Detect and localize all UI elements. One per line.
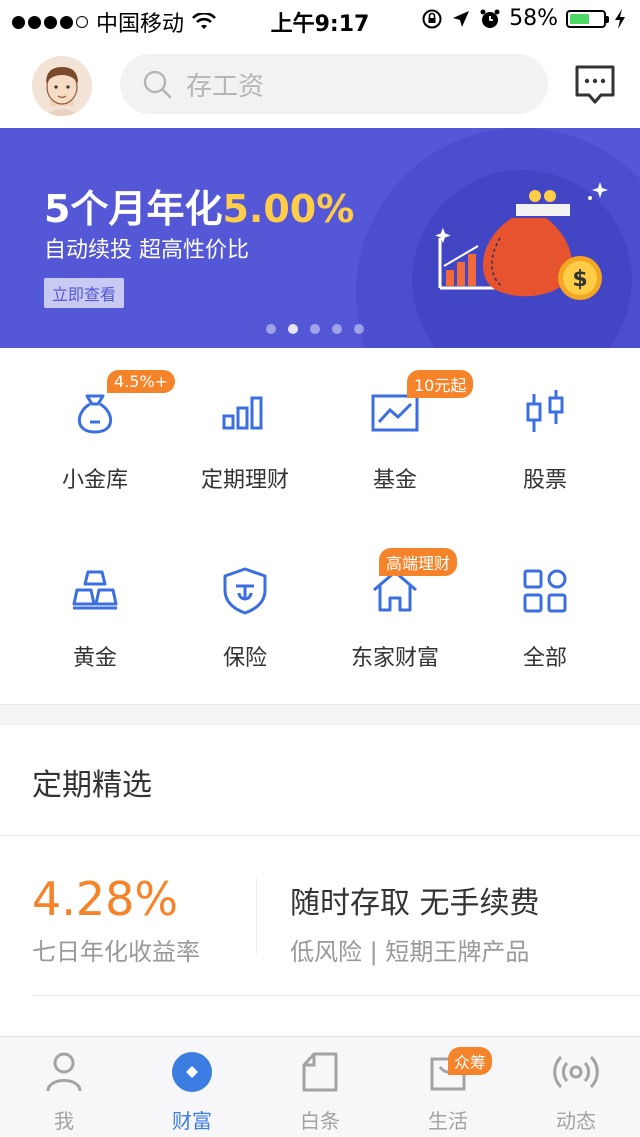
grid-item-label: 东家财富	[350, 646, 439, 671]
bottom-tab-bar: 我 财富 白条 众筹 生活 动态	[0, 1036, 640, 1137]
grid-item-xiaojinku[interactable]: 4.5%+ 小金库	[15, 348, 176, 526]
grid-item-label: 小金库	[61, 468, 128, 493]
charging-icon	[615, 8, 625, 29]
grid-item-label: 股票	[522, 468, 567, 493]
tab-wealth[interactable]: 财富	[128, 1037, 256, 1137]
search-bar[interactable]: 存工资	[120, 54, 548, 114]
broadcast-icon	[553, 1055, 599, 1089]
grid-badge: 10元起	[407, 370, 474, 398]
banner-subtitle: 自动续投 超高性价比	[44, 238, 249, 263]
top-header: 存工资	[0, 40, 640, 128]
tab-label: 动态	[556, 1109, 596, 1133]
tab-label: 财富	[172, 1109, 212, 1133]
alarm-icon	[480, 9, 500, 28]
rotation-lock-icon	[422, 9, 442, 28]
avatar[interactable]	[32, 56, 92, 116]
money-bag-illustration-icon: $	[435, 182, 608, 300]
candlestick-icon	[526, 390, 564, 432]
grid-item-label: 基金	[372, 468, 417, 493]
svg-text:$: $	[572, 267, 587, 292]
grid-item-dongjia[interactable]: 高端理财 东家财富	[315, 526, 475, 704]
grid-item-label: 黄金	[72, 646, 117, 671]
location-icon	[453, 10, 470, 27]
message-icon[interactable]	[574, 64, 616, 106]
grid-item-baoxian[interactable]: 保险	[165, 526, 325, 704]
tab-badge: 众筹	[448, 1047, 493, 1075]
grid-item-quanbu[interactable]: 全部	[465, 526, 625, 704]
tab-label: 白条	[300, 1109, 340, 1133]
banner-title: 5个月年化5.00%	[44, 178, 354, 233]
grid-item-jijin[interactable]: 10元起 基金	[315, 348, 475, 526]
vertical-divider	[256, 878, 257, 954]
feature-grid: 4.5%+ 小金库 定期理财 10元起 基金 股票 黄金 保险 高端理财 东家财…	[0, 348, 640, 704]
search-placeholder: 存工资	[186, 71, 265, 102]
money-bag-icon	[77, 394, 113, 434]
grid-item-label: 保险	[222, 646, 267, 671]
search-icon	[143, 70, 172, 99]
banner-title-prefix: 5个月年化	[44, 187, 223, 231]
wealth-icon	[172, 1052, 212, 1092]
bar-chart-icon	[222, 396, 263, 430]
tab-me[interactable]: 我	[0, 1037, 128, 1137]
battery-percent: 58%	[509, 6, 558, 31]
battery-icon	[566, 9, 609, 28]
tab-feed[interactable]: 动态	[512, 1037, 640, 1137]
pagination-dot[interactable]	[310, 324, 320, 334]
gold-bars-icon	[72, 570, 118, 610]
pagination-dot[interactable]	[266, 324, 276, 334]
product-title: 随时存取 无手续费	[290, 886, 540, 921]
tab-label: 生活	[428, 1109, 468, 1133]
promo-banner[interactable]: 5个月年化5.00% 自动续投 超高性价比 立即查看 $	[0, 128, 640, 348]
section-title: 定期精选	[32, 768, 152, 803]
section-divider	[0, 704, 640, 725]
product-rate-label: 七日年化收益率	[32, 938, 200, 966]
grid-icon	[523, 569, 567, 613]
pagination-dot[interactable]	[288, 324, 298, 334]
pagination-dot[interactable]	[354, 324, 364, 334]
tab-label: 我	[54, 1109, 74, 1133]
tab-baitiao[interactable]: 白条	[256, 1037, 384, 1137]
note-icon	[302, 1052, 338, 1092]
product-subtitle: 低风险 | 短期王牌产品	[290, 938, 530, 966]
banner-pagination	[266, 324, 364, 334]
grid-item-huangjin[interactable]: 黄金	[15, 526, 175, 704]
status-right: 58%	[421, 6, 626, 31]
avatar-face-icon	[32, 56, 92, 116]
product-rate: 4.28%	[32, 872, 179, 926]
banner-title-rate: 5.00%	[222, 187, 355, 231]
person-icon	[46, 1052, 82, 1092]
divider	[32, 995, 640, 996]
grid-badge: 高端理财	[379, 548, 458, 576]
banner-cta-button[interactable]: 立即查看	[44, 278, 125, 308]
divider	[0, 835, 640, 836]
grid-item-gupiao[interactable]: 股票	[465, 348, 625, 526]
pagination-dot[interactable]	[332, 324, 342, 334]
grid-item-label: 定期理财	[200, 468, 289, 493]
grid-item-dingqi[interactable]: 定期理财	[165, 348, 325, 526]
shield-icon	[223, 567, 267, 615]
tab-life[interactable]: 众筹 生活	[384, 1037, 512, 1137]
grid-item-label: 全部	[522, 646, 567, 671]
status-bar: 中国移动 上午9:17 58%	[0, 0, 640, 40]
